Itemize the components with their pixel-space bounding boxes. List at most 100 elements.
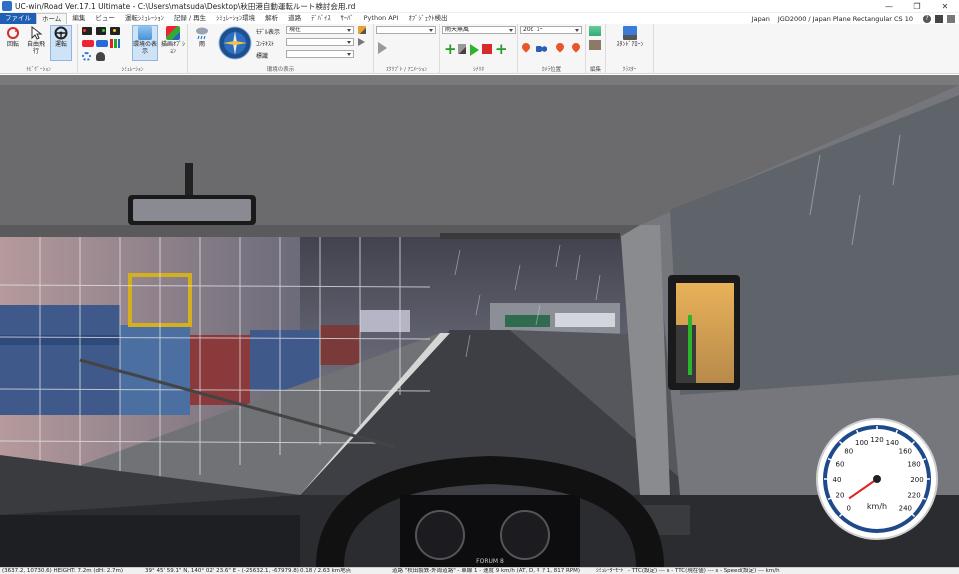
location-add-icon[interactable]: [554, 41, 566, 53]
cluster-tachometer: [415, 510, 465, 560]
simulation-group: 環境の表示 描画ｵﾌﾟｼｮﾝ ｼﾐｭﾚｰｼｮﾝ: [78, 24, 188, 74]
play-icon[interactable]: [470, 44, 479, 56]
speedometer-tick-label: 0: [846, 504, 850, 512]
signs-label: 標識: [256, 53, 269, 60]
play-small-icon[interactable]: [358, 38, 365, 46]
model-display-select[interactable]: 現在: [286, 26, 354, 34]
tab-file[interactable]: ファイル: [0, 13, 36, 24]
signs-select[interactable]: [286, 50, 354, 58]
scenario-group: 雨天無風 + + ｼﾅﾘｵ: [440, 24, 518, 74]
tab-analysis[interactable]: 解析: [260, 13, 283, 24]
play-script-icon[interactable]: [378, 42, 387, 54]
traffic-signal-3-icon[interactable]: [110, 27, 120, 35]
app-icon: [2, 1, 12, 11]
free-flight-button[interactable]: 自由飛行: [24, 26, 48, 55]
ribbon-tabs: ファイル ホーム 編集 ビュー 運転ｼﾐｭﾚｰｼｮﾝ 記録 / 再生 ｼﾐｭﾚｰ…: [0, 13, 959, 24]
tab-edit[interactable]: 編集: [67, 13, 90, 24]
speedometer-tick-label: 180: [907, 461, 920, 469]
compass-icon[interactable]: [218, 26, 252, 60]
navigation-group-label: ﾅﾋﾞｹﾞｰｼｮﾝ: [26, 67, 51, 73]
cluster-speedometer: [500, 510, 550, 560]
env-display-label: 環境の表示: [133, 41, 158, 55]
status-ttc: ｼﾐｭﾚｰﾀｰﾓｰﾄﾞ - TTC(設定) --- s - TTC(現在値) -…: [596, 568, 780, 574]
drawing-option-label: 描画ｵﾌﾟｼｮﾝ: [161, 41, 186, 55]
tab-road[interactable]: 道路: [283, 13, 306, 24]
traffic-signal-icon[interactable]: [82, 27, 92, 35]
tab-driving-sim[interactable]: 運転ｼﾐｭﾚｰｼｮﾝ: [120, 13, 169, 24]
drive-label: 運転: [54, 41, 67, 48]
script-select[interactable]: [376, 26, 436, 34]
speedometer-tick-label: 80: [844, 448, 853, 456]
add-event-icon[interactable]: +: [495, 42, 508, 57]
image-edit-icon[interactable]: [589, 26, 601, 36]
tab-view[interactable]: ビュー: [90, 13, 120, 24]
building-icon[interactable]: [589, 40, 601, 50]
tab-python-api[interactable]: Python API: [359, 13, 404, 24]
help-icon[interactable]: ?: [923, 14, 931, 23]
traffic-signal-2-icon[interactable]: [96, 27, 106, 35]
tab-sim-env[interactable]: ｼﾐｭﾚｰｼｮﾝ環境: [211, 13, 260, 24]
location-pin-icon[interactable]: [520, 41, 532, 53]
location-pin-2-icon[interactable]: [570, 41, 582, 53]
rotate-label: 回転: [6, 41, 19, 48]
cluster-group-label: ｸﾗｽﾀｰ: [622, 67, 637, 73]
weather-button[interactable]: 雨: [192, 26, 212, 48]
bar-chart-icon[interactable]: [110, 39, 120, 48]
speedometer-tick-label: 20: [836, 491, 845, 499]
maximize-button[interactable]: ❐: [903, 0, 931, 13]
crs-label: JGD2000 / Japan Plane Rectangular CS 10: [777, 14, 913, 23]
tab-device[interactable]: ﾃﾞﾊﾞｲｽ: [306, 13, 336, 24]
status-latlon: 39° 45' 59.1" N, 140° 02' 23.6" E - (-25…: [145, 568, 299, 574]
environment-display-group: 雨 ﾓﾃﾞﾙ表示 現在 ｺﾝﾃｷｽﾄ 標識 環境の表示: [188, 24, 374, 74]
minimize-button[interactable]: —: [875, 0, 903, 13]
save-icon[interactable]: [935, 14, 943, 23]
speedometer-tick-label: 140: [886, 439, 899, 447]
gear-icon[interactable]: [82, 52, 91, 61]
speedometer-tick-label: 40: [833, 476, 842, 484]
status-fps: 0.18 / 2.63 km地点: [300, 568, 352, 574]
edit-group: 編集: [586, 24, 606, 74]
tab-home[interactable]: ホーム: [36, 13, 68, 24]
edit-icon[interactable]: [458, 44, 466, 54]
status-drive-info: 道路 "秋田製鉄-外周道路" - 車線 1 - 速度 9 km/h (AT, D…: [392, 568, 580, 574]
rotate-button[interactable]: 回転: [2, 26, 24, 48]
rearview-mirror-stem: [185, 163, 193, 198]
window-controls: — ❐ ✕: [875, 0, 959, 13]
edit-group-label: 編集: [589, 67, 601, 73]
driving-view[interactable]: FORUM 8 0 20 40 60 80 100 120 140 160 180 200 220 24…: [0, 75, 959, 567]
standalone-button[interactable]: ｽﾀﾝﾄﾞｱﾛｰﾝ: [610, 26, 650, 48]
person-icon[interactable]: [96, 52, 105, 61]
car-icon[interactable]: [82, 40, 94, 47]
status-bar: (3637.2, 10730.6) HEIGHT: 7.2m (dH: 2.7m…: [0, 567, 959, 574]
tab-record-play[interactable]: 記録 / 再生: [169, 13, 211, 24]
settings-icon[interactable]: [947, 14, 955, 23]
context-select[interactable]: [286, 38, 354, 46]
people-icon[interactable]: [536, 46, 550, 52]
drive-button[interactable]: 運転: [50, 25, 72, 61]
cluster-brand: FORUM 8: [476, 558, 504, 565]
rain-cloud-icon: [196, 27, 208, 40]
drawing-option-button[interactable]: 描画ｵﾌﾟｼｮﾝ: [160, 26, 186, 55]
pencil-icon[interactable]: [358, 26, 366, 34]
close-button[interactable]: ✕: [931, 0, 959, 13]
tab-server[interactable]: ｻｰﾊﾞ: [336, 13, 359, 24]
tab-object-detection[interactable]: ｵﾌﾞｼﾞｪｸﾄ検出: [404, 13, 453, 24]
env-display-button[interactable]: 環境の表示: [132, 25, 158, 61]
speedometer-hub: [873, 475, 881, 483]
scenario-select[interactable]: 雨天無風: [442, 26, 516, 34]
cluster-group: ｽﾀﾝﾄﾞｱﾛｰﾝ ｸﾗｽﾀｰ: [606, 24, 654, 74]
script-animation-group: ｽｸﾘﾌﾟﾄ / ｱﾆﾒｰｼｮﾝ: [374, 24, 440, 74]
speedometer: 020 40 60 80100 120 140160 180 200 220 240 km/h: [816, 418, 938, 540]
speedometer-tick-label: 240: [899, 504, 912, 512]
cars-icon[interactable]: [96, 40, 108, 47]
navigation-group: 回転 自由飛行 運転 ﾅﾋﾞｹﾞｰｼｮﾝ: [0, 24, 78, 74]
add-icon[interactable]: +: [444, 42, 457, 57]
camera-group-label: ｶﾒﾗ位置: [541, 67, 562, 73]
speedometer-tick-label: 200: [910, 476, 923, 484]
distant-warehouse: [555, 313, 615, 327]
stop-icon[interactable]: [482, 44, 492, 54]
camera-select[interactable]: 20ﾋﾞｭｰ: [520, 26, 582, 34]
computer-icon: [623, 26, 637, 40]
context-label: ｺﾝﾃｷｽﾄ: [256, 41, 275, 48]
region-label: Japan: [751, 14, 770, 23]
